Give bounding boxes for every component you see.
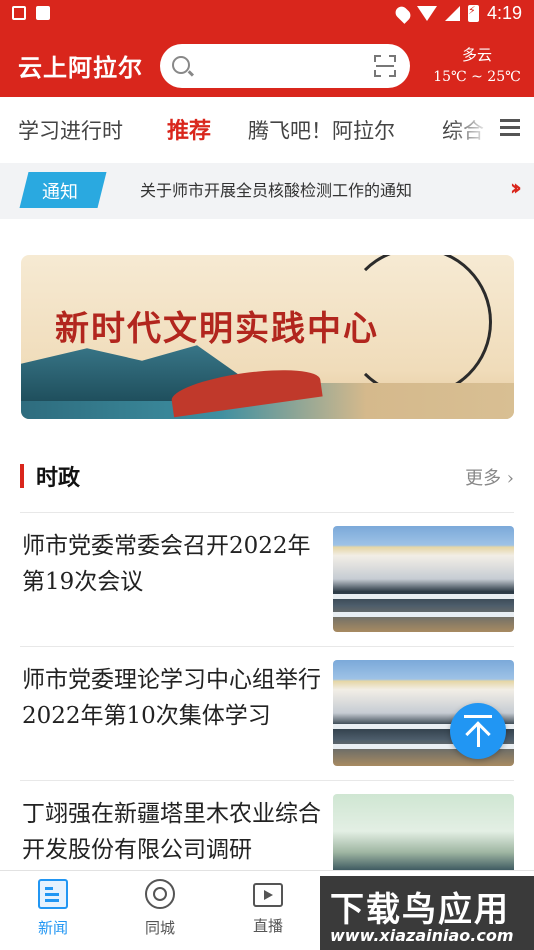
section-title: 时政: [36, 465, 81, 491]
search-bar[interactable]: [160, 44, 410, 88]
watermark: 下载鸟应用 www.xiazainiao.com: [320, 876, 534, 950]
signal-icon: [444, 6, 460, 21]
nav-label: 直播: [252, 917, 283, 935]
nav-news[interactable]: 新闻: [8, 879, 98, 938]
nav-live[interactable]: 直播: [223, 879, 313, 936]
weather-widget[interactable]: 多云 15℃ ~ 25℃: [432, 44, 522, 85]
double-chevron-right-icon[interactable]: ››: [510, 176, 522, 201]
back-to-top-button[interactable]: [450, 703, 506, 759]
news-title: 师市党委理论学习中心组举行2022年第10次集体学习: [22, 667, 321, 729]
font-icon: [36, 6, 50, 20]
watermark-text: 下载鸟应用: [330, 890, 510, 930]
scan-icon[interactable]: [374, 55, 396, 77]
mail-icon: [12, 6, 26, 20]
notice-text[interactable]: 关于师市开展全员核酸检测工作的通知: [140, 177, 412, 201]
watermark-url: www.xiazainiao.com: [330, 926, 514, 945]
tab-alaer[interactable]: 腾飞吧！阿拉尔: [248, 115, 395, 145]
more-link[interactable]: 更多 ›: [465, 464, 514, 490]
section-header: 时政 更多 ›: [0, 450, 534, 502]
nav-city[interactable]: 同城: [115, 879, 205, 938]
battery-charging-icon: [467, 4, 479, 22]
status-bar: 4:19: [0, 0, 534, 28]
status-time: 4:19: [486, 3, 522, 23]
search-icon: [172, 56, 190, 74]
arrow-up-icon: [464, 715, 492, 747]
location-icon: [393, 3, 413, 24]
hamburger-menu-icon[interactable]: [500, 119, 520, 136]
news-icon: [38, 879, 68, 909]
tab-study[interactable]: 学习进行时: [18, 115, 123, 145]
news-title: 师市党委常委会召开2022年第19次会议: [22, 533, 311, 595]
news-list-item[interactable]: 师市党委常委会召开2022年第19次会议: [0, 512, 534, 647]
nav-label: 新闻: [37, 919, 68, 937]
notice-badge-label: 通知: [42, 182, 78, 203]
banner-carousel[interactable]: 新时代文明实践中心: [21, 255, 514, 419]
category-tabs: 学习进行时 推荐 腾飞吧！阿拉尔 综合: [0, 97, 534, 163]
weather-temperature: 15℃ ~ 25℃: [433, 69, 521, 85]
news-title: 丁翊强在新疆塔里木农业综合开发股份有限公司调研: [22, 801, 321, 863]
news-thumbnail: [333, 526, 514, 632]
app-logo: 云上阿拉尔: [18, 53, 143, 82]
section-accent-bar: [20, 464, 24, 488]
banner-title: 新时代文明实践中心: [55, 309, 379, 349]
notice-bar[interactable]: 通知 关于师市开展全员核酸检测工作的通知 ››: [0, 163, 534, 219]
live-tv-icon: [253, 883, 283, 907]
tab-recommend[interactable]: 推荐: [167, 113, 211, 145]
wifi-icon: [416, 6, 437, 21]
weather-condition: 多云: [461, 46, 492, 64]
city-icon: [145, 879, 175, 909]
nav-label: 同城: [144, 919, 175, 937]
news-list-item[interactable]: 师市党委理论学习中心组举行2022年第10次集体学习: [0, 646, 534, 781]
